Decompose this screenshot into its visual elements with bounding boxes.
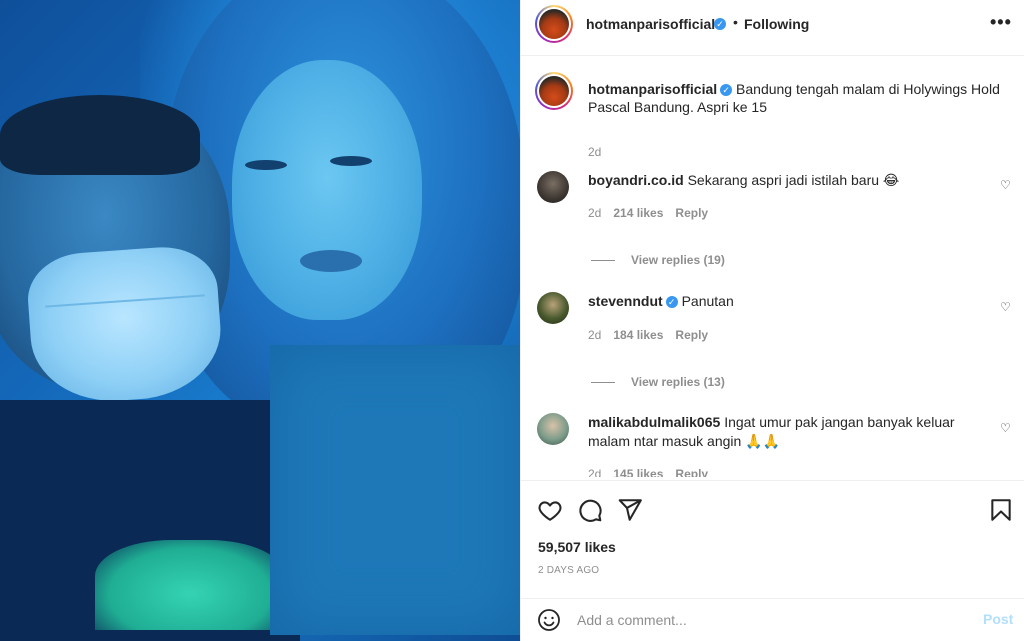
commenter-avatar[interactable] bbox=[537, 292, 569, 324]
like-comment-heart-icon[interactable]: ♡ bbox=[1000, 300, 1011, 314]
woman-eye-right bbox=[330, 156, 372, 166]
verified-badge-icon: ✓ bbox=[714, 18, 726, 30]
comment-meta: 2d 214 likes Reply bbox=[588, 206, 720, 220]
comment-text-block: boyandri.co.id Sekarang aspri jadi istil… bbox=[588, 171, 958, 190]
woman-lips bbox=[300, 250, 362, 272]
add-comment-bar: Post bbox=[521, 598, 1024, 641]
caption-time[interactable]: 2d bbox=[588, 145, 601, 159]
shirt-print bbox=[95, 540, 285, 630]
view-replies-label: View replies (13) bbox=[631, 375, 725, 389]
comment-time[interactable]: 2d bbox=[588, 328, 601, 342]
post-header: hotmanparisofficial ✓ • Following ••• bbox=[521, 0, 1024, 56]
comment-text-block: malikabdulmalik065 Ingat umur pak jangan… bbox=[588, 413, 958, 451]
caption-text-block: hotmanparisofficial ✓ Bandung tengah mala… bbox=[588, 80, 1008, 116]
comment-username[interactable]: stevenndut bbox=[588, 293, 663, 309]
comment-username[interactable]: boyandri.co.id bbox=[588, 172, 684, 188]
comment-text: Sekarang aspri jadi istilah baru 😂 bbox=[687, 172, 900, 188]
comments-list[interactable]: hotmanparisofficial ✓ Bandung tengah mala… bbox=[521, 57, 1024, 477]
view-replies-button[interactable]: View replies (19) bbox=[591, 253, 725, 267]
view-replies-line bbox=[591, 382, 615, 384]
share-icon[interactable] bbox=[617, 497, 643, 523]
verified-badge-icon: ✓ bbox=[720, 84, 733, 97]
post-timestamp[interactable]: 2 DAYS AGO bbox=[538, 565, 599, 576]
author-username[interactable]: hotmanparisofficial bbox=[586, 16, 715, 32]
author-avatar[interactable] bbox=[535, 5, 573, 43]
comment-meta: 2d 184 likes Reply bbox=[588, 328, 720, 342]
post-comment-button[interactable]: Post bbox=[983, 611, 1013, 627]
post-photo[interactable] bbox=[0, 0, 520, 641]
comment-input[interactable] bbox=[577, 607, 957, 633]
woman-eye-left bbox=[245, 160, 287, 170]
verified-badge-icon: ✓ bbox=[665, 296, 678, 309]
comment-time[interactable]: 2d bbox=[588, 206, 601, 220]
woman-face bbox=[232, 60, 422, 320]
heart-icon[interactable] bbox=[537, 497, 563, 523]
view-replies-line bbox=[591, 260, 615, 262]
commenter-avatar[interactable] bbox=[537, 171, 569, 203]
separator-dot: • bbox=[733, 14, 738, 30]
caption-username[interactable]: hotmanparisofficial bbox=[588, 81, 717, 97]
post-actions: 59,507 likes 2 DAYS AGO bbox=[521, 480, 1024, 600]
comment-time[interactable]: 2d bbox=[588, 467, 601, 477]
comment-text: Panutan bbox=[681, 293, 734, 309]
emoji-icon[interactable] bbox=[537, 608, 561, 632]
blurred-region bbox=[270, 345, 520, 635]
view-replies-label: View replies (19) bbox=[631, 253, 725, 267]
reply-button[interactable]: Reply bbox=[675, 467, 708, 477]
reply-button[interactable]: Reply bbox=[675, 328, 708, 342]
view-replies-button[interactable]: View replies (13) bbox=[591, 375, 725, 389]
comment-text-block: stevenndut ✓ Panutan bbox=[588, 292, 958, 311]
caption-avatar[interactable] bbox=[535, 72, 573, 110]
like-comment-heart-icon[interactable]: ♡ bbox=[1000, 421, 1011, 435]
like-comment-heart-icon[interactable]: ♡ bbox=[1000, 178, 1011, 192]
comment-likes[interactable]: 184 likes bbox=[613, 328, 663, 342]
man-hair bbox=[0, 95, 200, 175]
bookmark-icon[interactable] bbox=[988, 497, 1014, 523]
comment-likes[interactable]: 214 likes bbox=[613, 206, 663, 220]
comment-likes[interactable]: 145 likes bbox=[613, 467, 663, 477]
comment-meta: 2d 145 likes Reply bbox=[588, 467, 720, 477]
more-options-icon[interactable]: ••• bbox=[990, 12, 1012, 33]
following-button[interactable]: Following bbox=[744, 16, 809, 32]
comment-username[interactable]: malikabdulmalik065 bbox=[588, 414, 720, 430]
likes-count[interactable]: 59,507 likes bbox=[538, 539, 616, 555]
commenter-avatar[interactable] bbox=[537, 413, 569, 445]
post-side-panel: hotmanparisofficial ✓ • Following ••• ho… bbox=[520, 0, 1024, 641]
comment-icon[interactable] bbox=[577, 497, 603, 523]
reply-button[interactable]: Reply bbox=[675, 206, 708, 220]
